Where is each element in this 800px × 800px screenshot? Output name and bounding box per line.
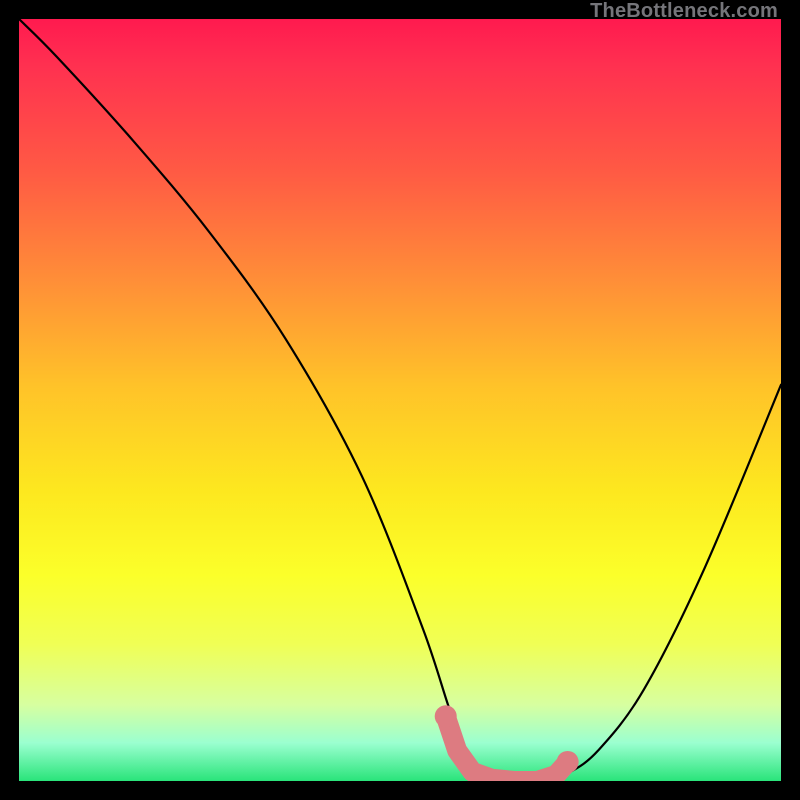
chart-svg bbox=[19, 19, 781, 781]
bottleneck-curve-path bbox=[19, 19, 781, 781]
plot-area bbox=[19, 19, 781, 781]
chart-frame: TheBottleneck.com bbox=[0, 0, 800, 800]
watermark-text: TheBottleneck.com bbox=[590, 0, 778, 23]
highlight-band-end bbox=[435, 705, 457, 727]
highlight-band-stroke bbox=[446, 716, 568, 781]
highlight-band-end bbox=[557, 751, 579, 773]
highlight-band bbox=[435, 705, 579, 781]
